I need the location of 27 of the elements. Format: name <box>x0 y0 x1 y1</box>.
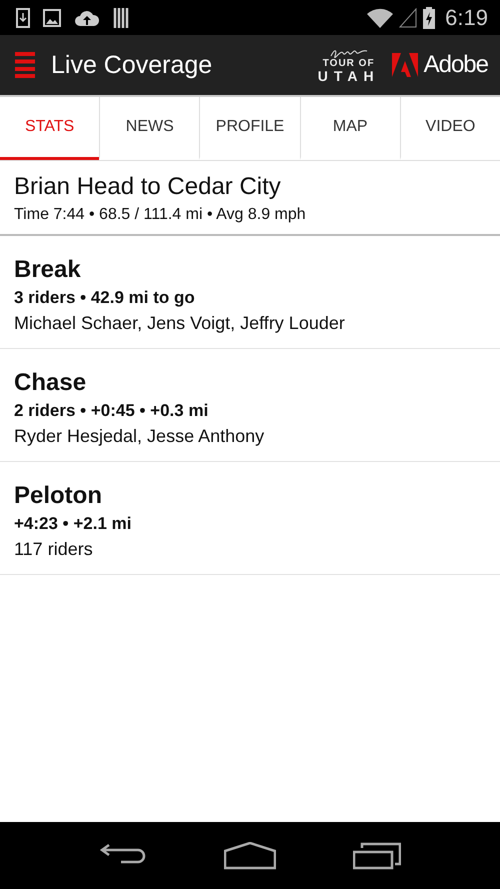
group-riders: Michael Schaer, Jens Voigt, Jeffry Louder <box>14 313 346 334</box>
menu-icon[interactable] <box>15 52 35 78</box>
adobe-mark-icon <box>392 53 418 77</box>
signature-icon <box>328 48 369 58</box>
stage-title: Brian Head to Cedar City <box>14 173 282 201</box>
group-name: Break <box>14 256 82 284</box>
barcode-icon <box>113 8 131 28</box>
app-title: Live Coverage <box>51 50 214 80</box>
home-icon[interactable] <box>224 842 276 870</box>
group-riders: 117 riders <box>14 539 94 560</box>
adobe-logo-text: Adobe <box>424 51 488 79</box>
group-riders: Ryder Hesjedal, Jesse Anthony <box>14 426 266 447</box>
tour-logo: TOUR OF UTAH <box>318 48 380 82</box>
group-name: Peloton <box>14 482 103 510</box>
group-name: Chase <box>14 369 88 397</box>
download-icon <box>16 8 30 28</box>
battery-icon <box>423 6 436 28</box>
group-gap: +4:23 • +2.1 mi <box>14 514 132 534</box>
cloud-upload-icon <box>74 8 100 26</box>
image-icon <box>43 8 61 26</box>
wifi-icon <box>367 8 394 28</box>
group-gap: 3 riders • 42.9 mi to go <box>14 288 196 308</box>
recents-icon[interactable] <box>353 842 402 870</box>
stage-summary: Time 7:44 • 68.5 / 111.4 mi • Avg 8.9 mph <box>14 206 307 224</box>
group-gap: 2 riders • +0:45 • +0.3 mi <box>14 401 210 421</box>
signal-icon <box>399 8 418 28</box>
clock: 6:19 <box>445 4 488 30</box>
